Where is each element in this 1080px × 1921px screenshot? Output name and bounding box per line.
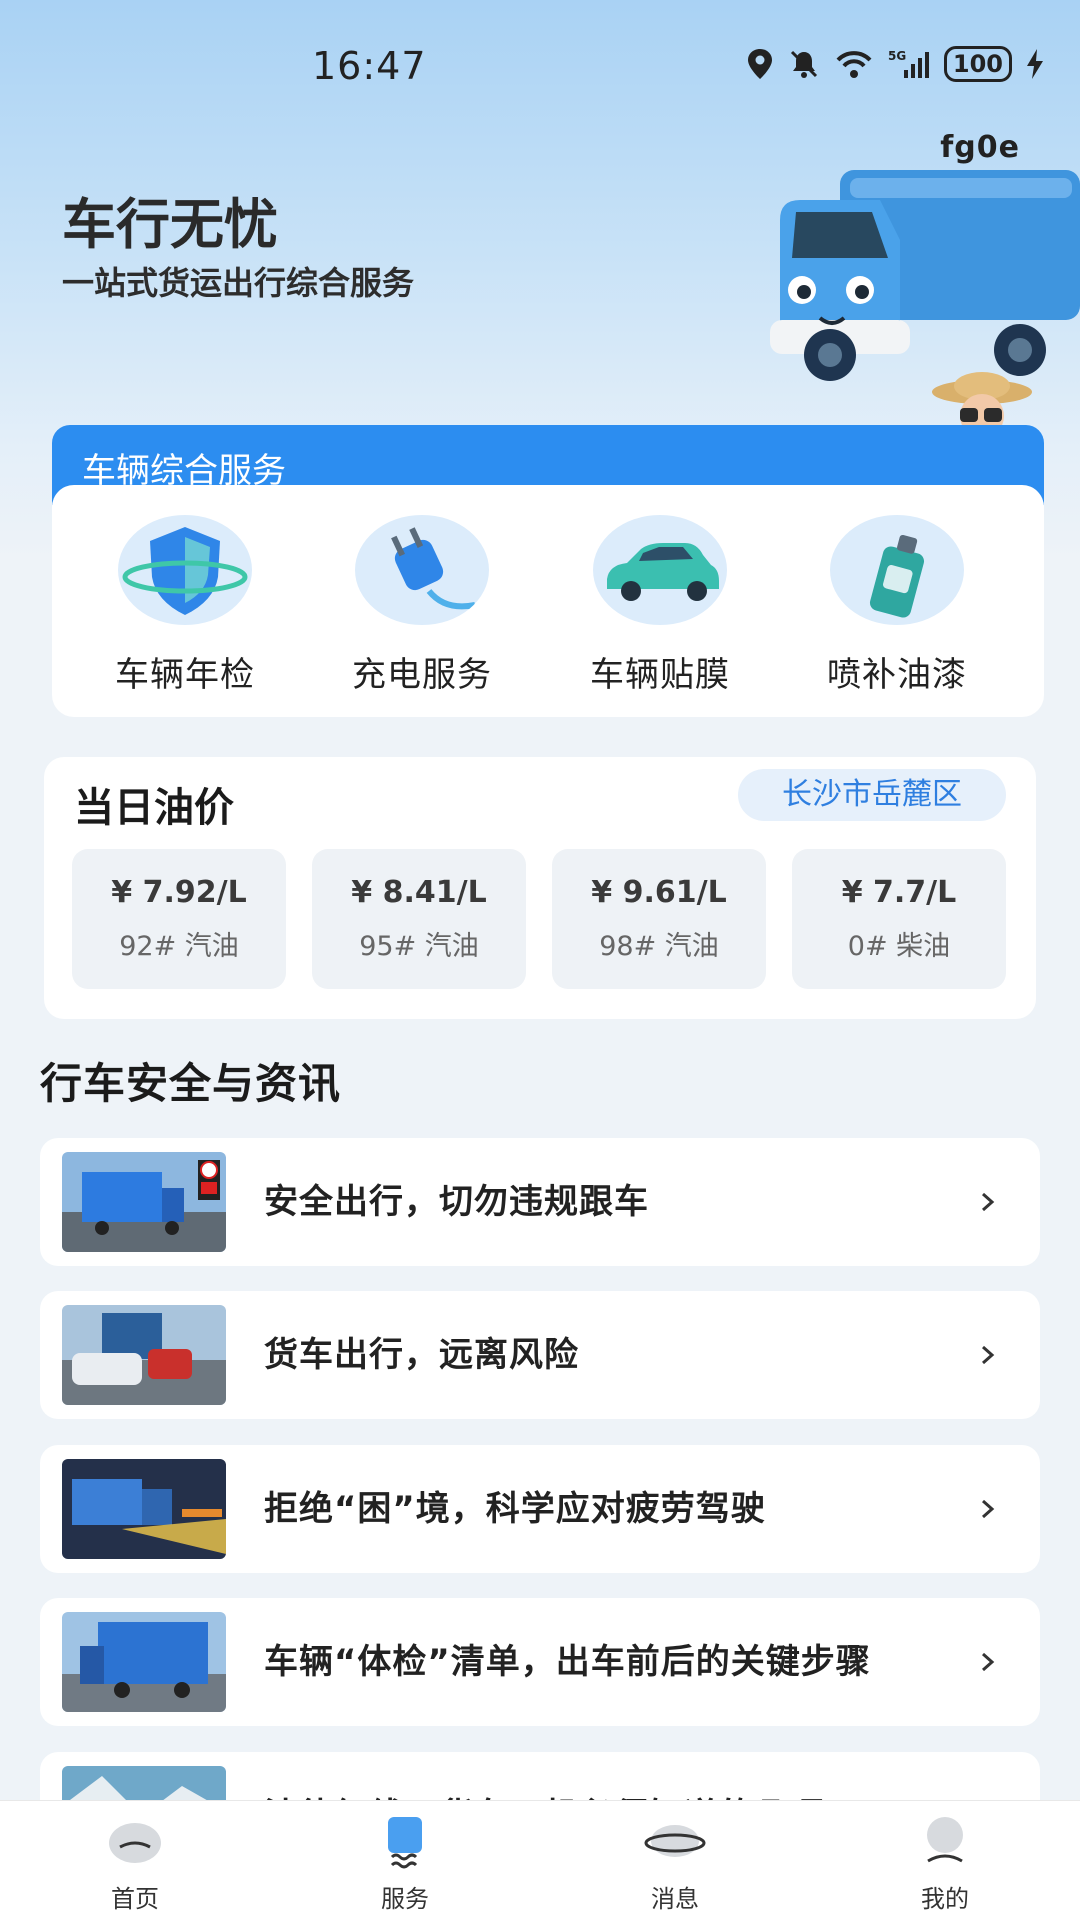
news-title: 拒绝“困”境，科学应对疲劳驾驶 [264,1489,766,1529]
service-label: 车辆贴膜 [590,655,730,695]
profile-icon [927,1817,963,1863]
status-bar: 16:47 5G 100 [0,0,1080,130]
hero-title: 车行无忧 [62,193,278,256]
location-selector[interactable]: 长沙市岳麓区 [738,769,1006,821]
spray-can-icon [830,515,964,625]
service-label: 车辆年检 [115,655,255,695]
news-thumbnail [62,1612,226,1712]
news-title: 货车出行，远离风险 [264,1335,579,1375]
oil-price-value: ¥ 7.7/L [841,875,957,910]
service-paint-repair[interactable]: 喷补油漆 [777,515,1017,696]
service-label: 喷补油漆 [827,655,967,695]
news-thumbnail [62,1152,226,1252]
services-icon [388,1817,422,1869]
oil-grade: 0# 柴油 [847,931,951,962]
tab-label: 我的 [921,1885,969,1913]
status-time: 16:47 [312,44,427,88]
service-label: 充电服务 [352,655,492,695]
oil-price-item: ¥ 7.92/L 92# 汽油 [72,849,286,989]
plug-icon [355,515,489,625]
tab-messages[interactable]: 消息 [540,1801,810,1921]
truck-illustration [770,170,1080,381]
status-icons: 5G 100 [746,46,1044,82]
tab-label: 服务 [381,1885,429,1913]
shield-icon [118,515,252,625]
oil-price-item: ¥ 8.41/L 95# 汽油 [312,849,526,989]
services-card: 车辆年检 充电服务 车辆贴膜 喷补油漆 [52,485,1044,717]
oil-price-item: ¥ 7.7/L 0# 柴油 [792,849,1006,989]
tab-services[interactable]: 服务 [270,1801,540,1921]
message-icon [644,1825,706,1857]
oil-price-value: ¥ 9.61/L [591,875,727,910]
signal-5g-icon: 5G [888,49,929,78]
news-title: 车辆“体检”清单，出车前后的关键步骤 [264,1642,871,1682]
oil-grade: 95# 汽油 [359,931,479,962]
battery-indicator: 100 [943,46,1012,82]
oil-price-value: ¥ 7.92/L [111,875,247,910]
svg-text:5G: 5G [888,49,906,63]
service-charging[interactable]: 充电服务 [302,515,542,696]
news-item[interactable]: 拒绝“困”境，科学应对疲劳驾驶 [40,1445,1040,1573]
news-item[interactable]: 货车出行，远离风险 [40,1291,1040,1419]
oil-price-item: ¥ 9.61/L 98# 汽油 [552,849,766,989]
oil-grade: 98# 汽油 [599,931,719,962]
chevron-right-icon [982,1345,995,1365]
tab-home[interactable]: 首页 [0,1801,270,1921]
news-section-title: 行车安全与资讯 [40,1059,342,1108]
news-item[interactable]: 车辆“体检”清单，出车前后的关键步骤 [40,1598,1040,1726]
location-icon [747,49,772,79]
news-item[interactable]: 安全出行，切勿违规跟车 [40,1138,1040,1266]
mute-bell-icon [790,50,817,78]
charging-icon [1027,49,1043,79]
tab-label: 消息 [651,1885,699,1913]
hero-subtitle: 一站式货运出行综合服务 [62,264,415,302]
news-title: 安全出行，切勿违规跟车 [264,1182,649,1222]
news-thumbnail [62,1305,226,1405]
car-icon [593,515,727,625]
home-icon [109,1823,161,1863]
tab-profile[interactable]: 我的 [810,1801,1080,1921]
oil-price-card: 当日油价 长沙市岳麓区 ¥ 7.92/L 92# 汽油 ¥ 8.41/L 95#… [44,757,1036,1019]
chevron-right-icon [982,1499,995,1519]
chevron-right-icon [982,1652,995,1672]
tab-label: 首页 [111,1885,159,1913]
oil-price-title: 当日油价 [74,785,234,831]
bottom-tab-bar: 首页 服务 消息 我的 [0,1800,1080,1921]
service-window-film[interactable]: 车辆贴膜 [540,515,780,696]
news-thumbnail [62,1459,226,1559]
oil-grade: 92# 汽油 [119,931,239,962]
service-annual-inspection[interactable]: 车辆年检 [65,515,305,696]
chevron-right-icon [982,1192,995,1212]
oil-price-value: ¥ 8.41/L [351,875,487,910]
wifi-icon [836,51,872,78]
